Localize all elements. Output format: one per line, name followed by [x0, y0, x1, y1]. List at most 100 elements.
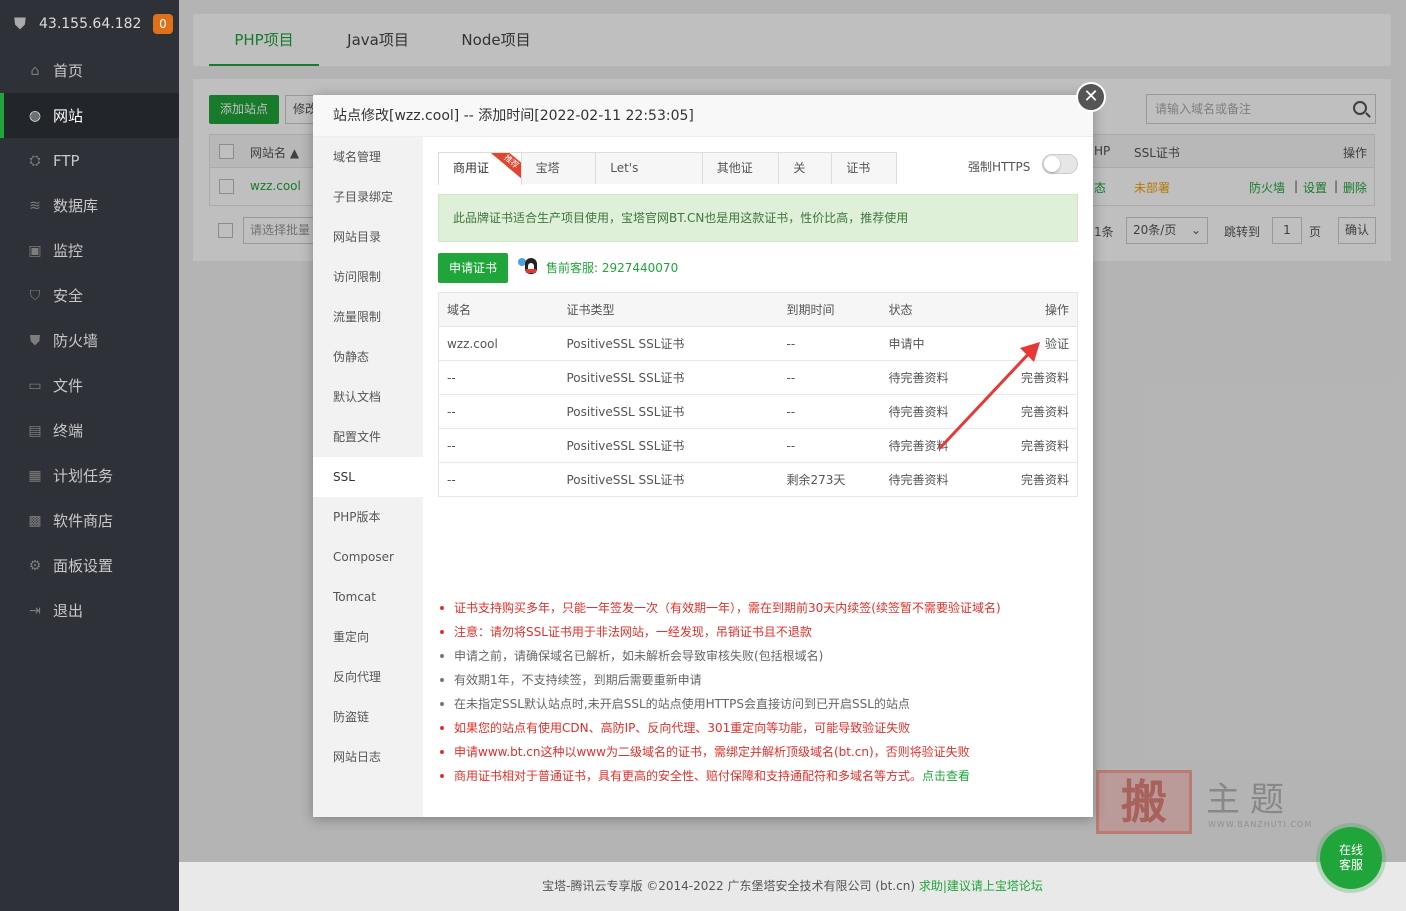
cert-expire: -- — [778, 326, 881, 361]
side-menu-item-8[interactable]: SSL — [313, 457, 423, 497]
note-text: 申请www.bt.cn这种以www为二级域名的证书，需绑定并解析顶级域名(bt.… — [454, 745, 970, 759]
monitor-icon: ▣ — [28, 242, 42, 259]
server-ip: 43.155.64.182 — [39, 16, 142, 32]
cert-col-status: 状态 — [880, 292, 1001, 327]
nav-item-label: 软件商店 — [53, 512, 114, 530]
ssl-tab-1[interactable]: 宝塔SSL — [520, 152, 597, 184]
calendar-icon: ▦ — [28, 467, 42, 484]
side-menu-item-1[interactable]: 子目录绑定 — [313, 177, 423, 217]
nav-item-4[interactable]: ▣ 监控 — [0, 228, 179, 273]
note-text: 商用证书相对于普通证书，具有更高的安全性、赔付保障和支持通配符和多域名等方式。 — [454, 769, 923, 783]
side-menu-item-12[interactable]: 重定向 — [313, 617, 423, 657]
nav-item-label: 首页 — [53, 62, 84, 80]
nav-item-0[interactable]: ⌂ 首页 — [0, 48, 179, 93]
recommend-ribbon: 推荐 — [489, 153, 521, 181]
side-menu-item-6[interactable]: 默认文档 — [313, 377, 423, 417]
apply-cert-button[interactable]: 申请证书 — [438, 253, 508, 283]
cert-col-domain: 域名 — [438, 292, 559, 327]
ssl-tab-label: Let's Encrypt — [610, 161, 639, 175]
database-icon: ≋ — [29, 197, 41, 214]
firewall-icon: ⛊ — [29, 332, 41, 349]
nav-item-6[interactable]: ⛊ 防火墙 — [0, 318, 179, 363]
ssl-tab-label: 证书夹 — [846, 161, 871, 175]
side-menu-item-13[interactable]: 反向代理 — [313, 657, 423, 697]
force-https-label: 强制HTTPS — [968, 160, 1031, 174]
presales-text: 售前客服: 2927440070 — [546, 260, 679, 275]
note-text: 在未指定SSL默认站点时,未开启SSL的站点使用HTTPS会直接访问到已开启SS… — [454, 697, 910, 711]
cert-domain: wzz.cool — [438, 326, 559, 361]
ssl-tabs: 商用证书推荐宝塔SSL Let's Encrypt 其他证书 关闭 证书夹 — [438, 152, 897, 185]
ssl-tab-label: 宝塔SSL — [535, 161, 560, 175]
note-item: 申请www.bt.cn这种以www为二级域名的证书，需绑定并解析顶级域名(bt.… — [438, 740, 1078, 764]
note-item: 证书支持购买多年，只能一年签发一次（有效期一年），需在到期前30天内续签(续签暂… — [438, 596, 1078, 620]
logout-icon: ⇥ — [29, 602, 41, 619]
force-https-toggle[interactable] — [1042, 154, 1078, 174]
server-shield-icon: ⛊ — [14, 14, 27, 33]
presales-support[interactable]: 售前客服: 2927440070 — [518, 256, 678, 278]
nav-item-label: 防火墙 — [53, 332, 99, 350]
side-menu-item-5[interactable]: 伪静态 — [313, 337, 423, 377]
side-menu-item-4[interactable]: 流量限制 — [313, 297, 423, 337]
nav-item-2[interactable]: ⛭ FTP — [0, 138, 179, 183]
nav-item-7[interactable]: ▭ 文件 — [0, 363, 179, 408]
server-header: ⛊ 43.155.64.182 0 — [0, 0, 179, 48]
modal-side-menu: 域名管理 子目录绑定 网站目录 访问限制 流量限制 伪静态 默认文档 配置文件 SSL PHP版本… — [313, 137, 423, 817]
online-service-button[interactable]: 在线 客服 — [1320, 827, 1382, 889]
ssl-tab-4[interactable]: 关闭 — [778, 152, 833, 184]
home-icon: ⌂ — [30, 62, 40, 79]
nav-item-9[interactable]: ▦ 计划任务 — [0, 453, 179, 498]
notification-badge[interactable]: 0 — [153, 14, 173, 34]
cert-action-link[interactable]: 完善资料 — [1000, 462, 1078, 497]
cert-type: PositiveSSL SSL证书 — [558, 462, 779, 497]
modal-close-button[interactable]: ✕ — [1076, 82, 1106, 112]
nav-item-1[interactable]: ◍ 网站 — [0, 93, 179, 138]
side-menu-item-7[interactable]: 配置文件 — [313, 417, 423, 457]
note-text: 有效期1年，不支持续签，到期后需要重新申请 — [454, 673, 702, 687]
ssl-tab-0[interactable]: 商用证书推荐 — [438, 152, 522, 185]
cert-expire: -- — [778, 428, 881, 463]
nav-item-12[interactable]: ⇥ 退出 — [0, 588, 179, 633]
note-item: 申请之前，请确保域名已解析，如未解析会导致审核失败(包括根域名) — [438, 644, 1078, 668]
nav-item-label: 数据库 — [53, 197, 99, 215]
cert-expire: -- — [778, 360, 881, 395]
cert-domain: -- — [438, 394, 559, 429]
side-menu-item-11[interactable]: Tomcat — [313, 577, 423, 617]
shield-icon: ⛉ — [29, 287, 41, 304]
nav-item-label: 退出 — [53, 602, 84, 620]
qq-icon — [518, 256, 542, 278]
cert-table-header: 域名 证书类型 到期时间 状态 操作 — [438, 292, 1078, 327]
online-service-line2: 客服 — [1338, 858, 1363, 872]
nav-item-11[interactable]: ⚙ 面板设置 — [0, 543, 179, 588]
note-text: 申请之前，请确保域名已解析，如未解析会导致审核失败(包括根域名) — [454, 649, 824, 663]
side-menu-item-10[interactable]: Composer — [313, 537, 423, 577]
note-item: 注意：请勿将SSL证书用于非法网站，一经发现，吊销证书且不退款 — [438, 620, 1078, 644]
cert-status: 待完善资料 — [880, 462, 1001, 497]
note-item: 有效期1年，不支持续签，到期后需要重新申请 — [438, 668, 1078, 692]
ssl-tab-5[interactable]: 证书夹 — [831, 152, 897, 184]
ssl-tab-label: 关闭 — [793, 161, 806, 175]
side-menu-item-14[interactable]: 防盗链 — [313, 697, 423, 737]
nav-item-8[interactable]: ▤ 终端 — [0, 408, 179, 453]
table-row: -- PositiveSSL SSL证书 剩余273天 待完善资料 完善资料 — [438, 462, 1078, 497]
nav-item-3[interactable]: ≋ 数据库 — [0, 183, 179, 228]
side-menu-item-2[interactable]: 网站目录 — [313, 217, 423, 257]
cert-domain: -- — [438, 462, 559, 497]
side-menu-item-15[interactable]: 网站日志 — [313, 737, 423, 777]
ssl-tab-2[interactable]: Let's Encrypt — [595, 152, 703, 184]
nav-item-5[interactable]: ⛉ 安全 — [0, 273, 179, 318]
note-text: 证书支持购买多年，只能一年签发一次（有效期一年），需在到期前30天内续签(续签暂… — [454, 601, 1001, 615]
forum-link[interactable]: 求助|建议请上宝塔论坛 — [919, 879, 1043, 893]
cert-type: PositiveSSL SSL证书 — [558, 394, 779, 429]
side-menu-item-9[interactable]: PHP版本 — [313, 497, 423, 537]
footer-copyright: 宝塔-腾讯云专享版 ©2014-2022 广东堡塔安全技术有限公司 (bt.cn… — [542, 879, 915, 893]
note-item: 商用证书相对于普通证书，具有更高的安全性、赔付保障和支持通配符和多域名等方式。点… — [438, 764, 1078, 788]
side-menu-item-3[interactable]: 访问限制 — [313, 257, 423, 297]
side-menu-item-0[interactable]: 域名管理 — [313, 137, 423, 177]
folder-icon: ▭ — [28, 377, 42, 394]
watermark-stamp: 搬 — [1096, 770, 1192, 834]
nav-item-10[interactable]: ▩ 软件商店 — [0, 498, 179, 543]
cert-type: PositiveSSL SSL证书 — [558, 326, 779, 361]
cert-domain: -- — [438, 360, 559, 395]
ssl-tab-3[interactable]: 其他证书 — [701, 152, 780, 184]
view-details-link[interactable]: 点击查看 — [922, 769, 970, 783]
